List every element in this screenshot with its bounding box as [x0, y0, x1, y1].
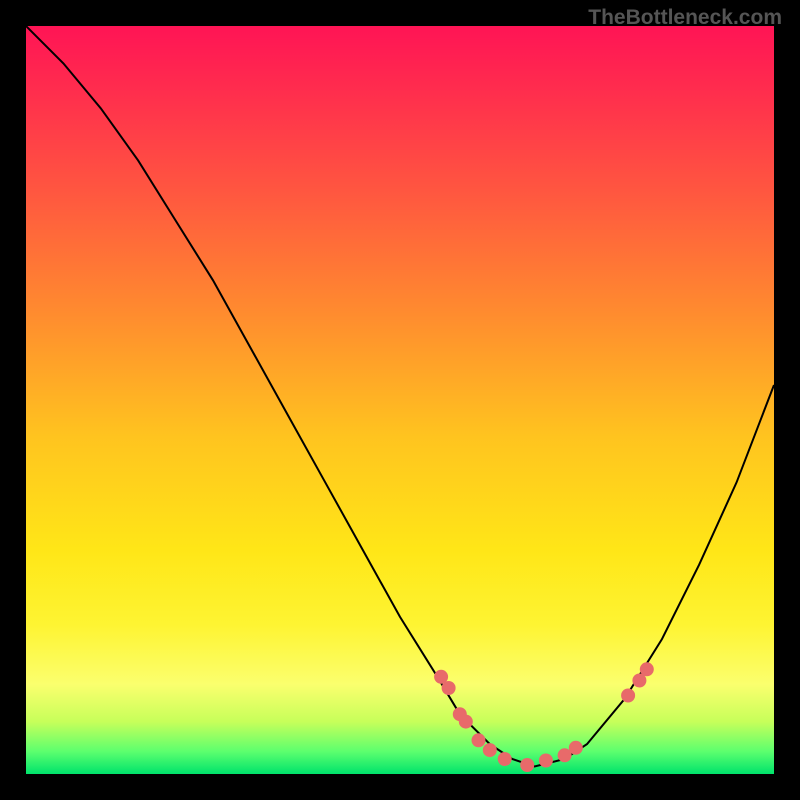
sample-dot — [569, 741, 583, 755]
watermark-text: TheBottleneck.com — [588, 6, 782, 30]
sample-dots-group — [434, 662, 654, 772]
sample-dot — [483, 743, 497, 757]
bottleneck-curve — [26, 26, 774, 767]
sample-dot — [472, 733, 486, 747]
sample-dot — [640, 662, 654, 676]
sample-dot — [459, 715, 473, 729]
chart-overlay — [26, 26, 774, 774]
sample-dot — [621, 689, 635, 703]
sample-dot — [539, 754, 553, 768]
plot-area — [26, 26, 774, 774]
sample-dot — [498, 752, 512, 766]
sample-dot — [442, 681, 456, 695]
sample-dot — [520, 758, 534, 772]
